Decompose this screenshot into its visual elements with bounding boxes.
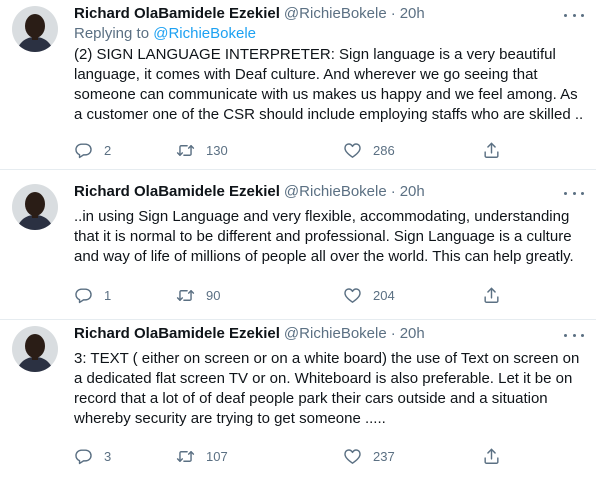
avatar[interactable] [12,184,58,230]
retweet-button[interactable]: 90 [176,285,220,305]
separator: · [390,325,396,342]
tweet-content: Richard OlaBamidele Ezekiel @RichieBokele… [74,324,579,464]
replying-prefix: Replying to [74,25,150,42]
like-button[interactable]: 237 [343,446,395,466]
tweet-actions: 1 90 204 [74,285,594,305]
share-icon [484,142,499,158]
tweet-header: Richard OlaBamidele Ezekiel @RichieBokele… [74,324,578,344]
like-count: 237 [373,448,395,464]
tweet-actions: 2 130 286 [74,140,594,160]
retweet-button[interactable]: 130 [176,140,228,160]
like-icon [344,287,361,303]
tweet-text: (2) SIGN LANGUAGE INTERPRETER: Sign lang… [74,46,584,123]
reply-button[interactable]: 3 [74,446,111,466]
retweet-icon [176,450,195,462]
timestamp[interactable]: 20h [400,5,425,22]
retweet-count: 130 [206,142,228,158]
retweet-count: 90 [206,287,221,303]
author-handle[interactable]: @RichieBokele [284,183,387,200]
share-button[interactable] [482,446,501,466]
author-name[interactable]: Richard OlaBamidele Ezekiel [74,183,280,200]
like-icon [344,448,361,464]
reply-button[interactable]: 2 [74,140,111,160]
tweet-text: 3: TEXT ( either on screen or on a white… [74,350,580,427]
retweet-icon [176,289,195,301]
tweet-content: Richard OlaBamidele Ezekiel @RichieBokele… [74,4,583,158]
retweet-icon [176,144,195,156]
tweet[interactable]: Richard OlaBamidele Ezekiel @RichieBokele… [0,0,596,170]
replying-to: Replying to @RichieBokele [74,24,578,44]
avatar[interactable] [12,326,58,372]
author-name[interactable]: Richard OlaBamidele Ezekiel [74,325,280,342]
like-icon [344,142,361,158]
retweet-button[interactable]: 107 [176,446,228,466]
tweet-content: Richard OlaBamidele Ezekiel @RichieBokele… [74,182,578,303]
author-handle[interactable]: @RichieBokele [284,5,387,22]
tweet[interactable]: Richard OlaBamidele Ezekiel @RichieBokele… [0,178,596,320]
share-button[interactable] [482,285,501,305]
share-button[interactable] [482,140,501,160]
share-icon [484,287,499,303]
author-name[interactable]: Richard OlaBamidele Ezekiel [74,5,280,22]
share-icon [484,448,499,464]
retweet-count: 107 [206,448,228,464]
reply-icon [75,448,92,464]
reply-count: 1 [104,287,112,303]
tweet-header: Richard OlaBamidele Ezekiel @RichieBokele… [74,4,578,24]
like-count: 204 [373,287,395,303]
like-count: 286 [373,142,395,158]
like-button[interactable]: 204 [343,285,395,305]
reply-icon [75,142,92,158]
reply-count: 2 [104,142,112,158]
like-button[interactable]: 286 [343,140,395,160]
reply-button[interactable]: 1 [74,285,111,305]
avatar[interactable] [12,6,58,52]
replying-to-link[interactable]: @RichieBokele [153,25,256,42]
tweet-header: Richard OlaBamidele Ezekiel @RichieBokele… [74,182,578,202]
timestamp[interactable]: 20h [400,325,425,342]
tweet-text: ..in using Sign Language and very flexib… [74,208,574,265]
reply-count: 3 [104,448,112,464]
tweet-actions: 3 107 237 [74,446,594,466]
timestamp[interactable]: 20h [400,183,425,200]
author-handle[interactable]: @RichieBokele [284,325,387,342]
separator: · [390,5,396,22]
reply-icon [75,287,92,303]
separator: · [390,183,396,200]
tweet[interactable]: Richard OlaBamidele Ezekiel @RichieBokele… [0,320,596,495]
